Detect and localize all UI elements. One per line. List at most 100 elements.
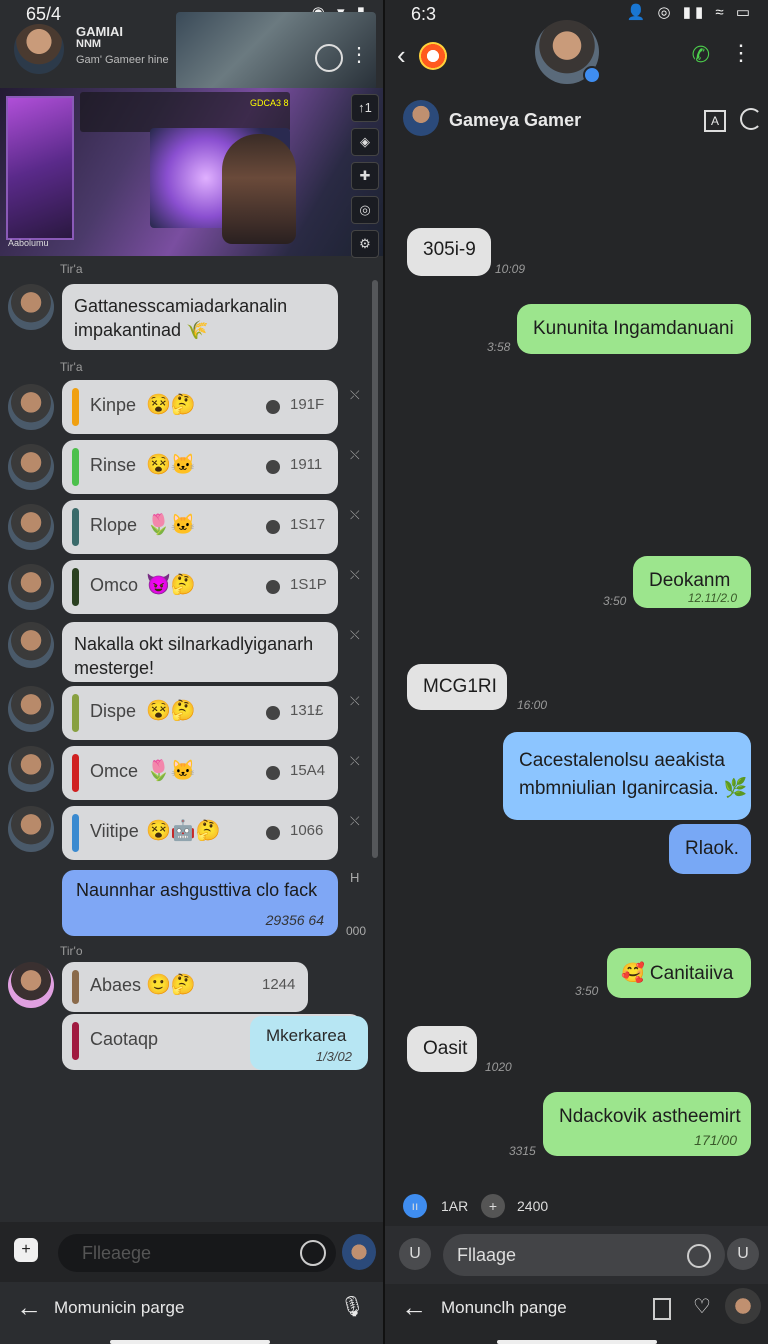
avatar[interactable] xyxy=(8,384,54,430)
received-message[interactable]: MCG1RI xyxy=(407,664,507,710)
section-label: Tir'o xyxy=(60,944,83,958)
message-input[interactable]: Fllaage xyxy=(443,1234,725,1276)
message-bubble[interactable]: Rlope 🌷🐱 1S17 xyxy=(62,500,338,554)
phone-icon[interactable]: ✆ xyxy=(692,42,710,68)
mid-message[interactable]: Nakalla okt silnarkadlyiganarh mesterge! xyxy=(62,622,338,682)
read-tick-icon: ⤬ xyxy=(350,508,360,522)
avatar[interactable] xyxy=(8,504,54,550)
message-code: 1S17 xyxy=(290,516,326,533)
list-item[interactable]: Abaes 🙂🤔 1244 xyxy=(0,962,383,1018)
message-input[interactable]: Flleaege xyxy=(58,1234,336,1272)
status-dot xyxy=(266,580,280,594)
app-logo-icon[interactable] xyxy=(419,42,447,70)
contact-name[interactable]: Gameya Gamer xyxy=(449,110,581,131)
sent-message[interactable]: 🥰 Canitaiiva xyxy=(607,948,751,998)
hero-button-3[interactable]: ✚ xyxy=(351,162,379,190)
message-bubble[interactable]: Omco 😈🤔 1S1P xyxy=(62,560,338,614)
hero-button-5[interactable]: ⚙ xyxy=(351,230,379,258)
color-bar xyxy=(72,568,79,606)
more-options-icon[interactable]: ⋮ xyxy=(349,42,369,67)
sent-message-blue[interactable]: Naunnhar ashgusttiva clo fack 29356 64 xyxy=(62,870,338,936)
hero-button-2[interactable]: ◈ xyxy=(351,128,379,156)
attach-icon[interactable]: + xyxy=(14,1238,38,1262)
sent-message[interactable]: Ndackovik astheemirt 171/00 xyxy=(543,1092,751,1156)
avatar[interactable] xyxy=(8,746,54,792)
sent-message-light[interactable]: Mkerkarea 1/3/02 xyxy=(250,1016,368,1070)
message-code: 191F xyxy=(290,396,325,413)
received-message[interactable]: 305i-9 xyxy=(407,228,491,276)
document-icon[interactable] xyxy=(653,1298,671,1320)
header-banner-image xyxy=(176,12,376,90)
attach-icon[interactable]: U xyxy=(399,1238,431,1270)
list-item[interactable]: Viitipe 😵🤖🤔 1066 ⤬ xyxy=(0,806,383,862)
avatar[interactable] xyxy=(8,444,54,490)
message-bubble[interactable]: Abaes 🙂🤔 1244 xyxy=(62,962,308,1012)
message-bubble[interactable]: Omce 🌷🐱 15A4 xyxy=(62,746,338,800)
pinned-message[interactable]: Gattanesscamiadarkanalin impakantinad 🌾 xyxy=(62,284,338,350)
more-options-icon[interactable]: ⋮ xyxy=(730,40,752,66)
game-hero-image: Aabolumu GDCA3 8 ↑1 ◈ ✚ ◎ ⚙ xyxy=(0,88,383,258)
avatar[interactable] xyxy=(8,564,54,610)
sent-message[interactable]: Cacestalenolsu aeakista mbmniulian Igani… xyxy=(503,732,751,820)
emoji-reaction: 🌷🐱 xyxy=(146,514,196,536)
hero-button-1[interactable]: ↑1 xyxy=(351,94,379,122)
emoji-reaction: 😈🤔 xyxy=(146,574,196,596)
message-name: Rinse xyxy=(90,455,137,475)
emoji-icon[interactable] xyxy=(687,1244,711,1268)
message-time: 3:58 xyxy=(487,340,511,354)
message-time: 10:09 xyxy=(495,262,526,276)
list-item[interactable]: Omco 😈🤔 1S1P ⤬ xyxy=(0,560,383,616)
sent-message[interactable]: Deokanm 12.11/2.0 xyxy=(633,556,751,608)
microphone-icon[interactable]: 🎙 xyxy=(340,1294,365,1319)
message-inner-time: 12.11/2.0 xyxy=(687,591,737,605)
list-item[interactable]: Rinse 😵🐱 1911 ⤬ xyxy=(0,440,383,496)
contact-small-avatar[interactable] xyxy=(403,100,439,136)
received-message[interactable]: Oasit xyxy=(407,1026,477,1072)
side-count: 000 xyxy=(346,924,367,938)
nav-label[interactable]: Momunicin parge xyxy=(54,1298,184,1318)
sent-message[interactable]: Rlaok. xyxy=(669,824,751,874)
message-text: 305i-9 xyxy=(423,239,476,260)
input-placeholder: Flleaege xyxy=(82,1243,152,1263)
scrollbar[interactable] xyxy=(372,280,378,858)
bottom-nav: ← Momunicin parge 🎙 xyxy=(0,1284,383,1344)
back-arrow-icon[interactable]: ← xyxy=(401,1292,427,1323)
message-bubble[interactable]: Dispe 😵🤔 131£ xyxy=(62,686,338,740)
list-item[interactable]: Rlope 🌷🐱 1S17 ⤬ xyxy=(0,500,383,556)
message-code: 1S1P xyxy=(290,576,327,593)
message-text-line1: Cacestalenolsu aeakista xyxy=(519,750,725,771)
sent-message[interactable]: Kununita Ingamdanuani xyxy=(517,304,751,354)
emoji-reaction: 😵🤔 xyxy=(146,700,196,722)
user-avatar[interactable] xyxy=(725,1288,761,1324)
right-chat-pane: 6:3 👤 ◎ ▮▮ ≈ ▭ ‹ ✆ ⋮ Gameya Gamer A 305i… xyxy=(385,0,768,1344)
message-bubble[interactable]: Viitipe 😵🤖🤔 1066 xyxy=(62,806,338,860)
list-item[interactable]: Kinpe 😵🤔 191F ⤬ xyxy=(0,380,383,436)
avatar[interactable] xyxy=(8,806,54,852)
heart-icon[interactable]: ♡ xyxy=(693,1294,711,1319)
back-arrow-icon[interactable]: ← xyxy=(16,1292,42,1323)
call-icon[interactable] xyxy=(315,44,343,72)
nav-label[interactable]: Monunclh pange xyxy=(441,1298,567,1318)
message-text: Oasit xyxy=(423,1038,468,1059)
list-item[interactable]: Omce 🌷🐱 15A4 ⤬ xyxy=(0,746,383,802)
stats-icon[interactable]: ıı xyxy=(403,1194,427,1218)
avatar[interactable] xyxy=(8,962,54,1008)
voice-icon[interactable]: U xyxy=(727,1238,759,1270)
back-chevron-icon[interactable]: ‹ xyxy=(397,40,406,71)
refresh-icon[interactable] xyxy=(740,108,762,130)
message-code: 1066 xyxy=(290,822,324,839)
list-item[interactable]: Dispe 😵🤔 131£ ⤬ xyxy=(0,686,383,742)
message-time: 3:50 xyxy=(603,594,627,608)
text-format-icon[interactable]: A xyxy=(704,110,726,132)
edit-mark: H xyxy=(350,870,360,885)
hero-button-4[interactable]: ◎ xyxy=(351,196,379,224)
message-bubble[interactable]: Rinse 😵🐱 1911 xyxy=(62,440,338,494)
avatar[interactable] xyxy=(8,622,54,668)
group-avatar[interactable] xyxy=(14,24,64,74)
avatar[interactable] xyxy=(8,686,54,732)
emoji-icon[interactable] xyxy=(300,1240,326,1266)
message-bubble[interactable]: Kinpe 😵🤔 191F xyxy=(62,380,338,434)
avatar[interactable] xyxy=(8,284,54,330)
user-avatar[interactable] xyxy=(342,1234,376,1270)
add-icon[interactable]: + xyxy=(481,1194,505,1218)
